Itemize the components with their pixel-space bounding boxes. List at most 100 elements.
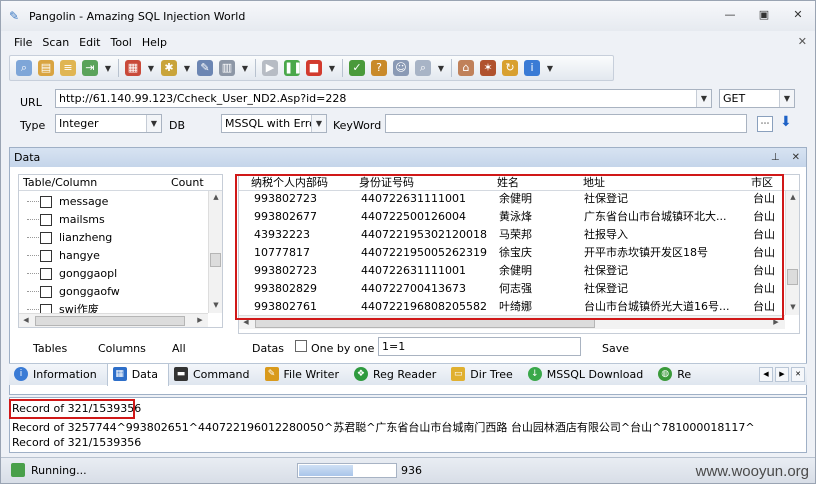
tree-item[interactable]: mailsms [19, 211, 207, 228]
command-icon: ▬ [173, 366, 188, 381]
grid-vscrollbar[interactable]: ▲ ▼ [785, 191, 799, 315]
grid-footer: Datas One by one 1=1 Save [240, 334, 806, 360]
checkbox[interactable] [40, 286, 52, 298]
chevron-down-icon[interactable]: ▼ [437, 64, 445, 73]
tab-dir-tree[interactable]: ▭ Dir Tree [446, 364, 522, 386]
chevron-down-icon[interactable]: ▼ [328, 64, 336, 73]
columns-button[interactable]: Columns [98, 342, 146, 355]
maximize-button[interactable]: ▣ [753, 7, 775, 23]
tree-item[interactable]: lianzheng [19, 229, 207, 246]
checkbox[interactable] [40, 250, 52, 262]
tree-hscrollbar[interactable]: ◀ ▶ [19, 313, 208, 327]
db-select[interactable]: MSSQL with Error ▼ [221, 114, 327, 133]
chevron-down-icon[interactable]: ▼ [311, 115, 326, 132]
menu-help[interactable]: Help [142, 36, 167, 49]
play-icon[interactable]: ▶ [262, 60, 278, 76]
url-panel: URL http://61.140.99.123/Ccheck_User_ND2… [9, 85, 807, 141]
tree-item[interactable]: gonggaopl [19, 265, 207, 282]
update-icon[interactable]: ↻ [502, 60, 518, 76]
chevron-down-icon[interactable]: ▼ [779, 90, 794, 107]
magnifier-icon[interactable]: ⌕ [16, 60, 32, 76]
type-select[interactable]: Integer ▼ [55, 114, 162, 133]
chevron-down-icon[interactable]: ▼ [546, 64, 554, 73]
globe-icon: ◍ [658, 366, 673, 381]
info-icon[interactable]: i [524, 60, 540, 76]
tree-item[interactable]: hangye [19, 247, 207, 264]
scroll-up-icon[interactable]: ▲ [209, 193, 223, 201]
method-select[interactable]: GET ▼ [719, 89, 795, 108]
chevron-down-icon[interactable]: ▼ [104, 64, 112, 73]
data-panel-header: Data ⊥ ✕ [10, 148, 806, 167]
user-icon[interactable]: ☺ [393, 60, 409, 76]
pin-icon[interactable]: ⊥ [771, 148, 780, 167]
scroll-left-icon[interactable]: ◀ [19, 316, 33, 324]
scroll-down-icon[interactable]: ▼ [209, 301, 223, 309]
menu-close-icon[interactable]: ✕ [798, 35, 807, 48]
chevron-down-icon[interactable]: ▼ [183, 64, 191, 73]
close-icon[interactable]: ✕ [792, 148, 800, 167]
settings-icon[interactable]: ✱ [161, 60, 177, 76]
data-panel-title: Data [14, 151, 41, 164]
scroll-up-icon[interactable]: ▲ [786, 193, 799, 201]
scroll-right-icon[interactable]: ▶ [193, 316, 207, 324]
keyword-options-icon[interactable]: ⋯ [757, 116, 773, 132]
menu-file[interactable]: File [14, 36, 32, 49]
all-button[interactable]: All [172, 342, 186, 355]
stop-icon[interactable]: ■ [306, 60, 322, 76]
help-icon[interactable]: ? [371, 60, 387, 76]
home-icon[interactable]: ⌂ [458, 60, 474, 76]
arrow-down-icon[interactable]: ⬇ [780, 114, 792, 130]
checkbox[interactable] [40, 232, 52, 244]
tab-mssql-download[interactable]: ↓ MSSQL Download [523, 364, 653, 386]
tab-data[interactable]: ▦ Data [106, 363, 169, 386]
datas-label: Datas [252, 342, 284, 355]
database-icon[interactable]: ▥ [219, 60, 235, 76]
report-icon[interactable]: ▦ [125, 60, 141, 76]
tree-item[interactable]: message [19, 193, 207, 210]
open-file-icon[interactable]: ▤ [38, 60, 54, 76]
pause-icon[interactable]: ❚❚ [284, 60, 302, 76]
where-input[interactable]: 1=1 [378, 337, 581, 356]
tab-close-icon[interactable]: ✕ [791, 367, 805, 382]
tab-information[interactable]: i Information [9, 364, 107, 386]
tables-button[interactable]: Tables [33, 342, 67, 355]
chevron-down-icon[interactable]: ▼ [146, 115, 161, 132]
window-title: Pangolin - Amazing SQL Injection World [29, 9, 246, 23]
url-input[interactable]: http://61.140.99.123/Ccheck_User_ND2.Asp… [55, 89, 712, 108]
tab-re[interactable]: ◍ Re [653, 364, 701, 386]
tree-header: Table/Column Count [19, 175, 222, 191]
search-icon[interactable]: ⌕ [415, 60, 431, 76]
keyword-label: KeyWord [333, 119, 382, 132]
tab-command[interactable]: ▬ Command [169, 364, 260, 386]
keyword-input[interactable] [385, 114, 747, 133]
checkbox[interactable] [40, 214, 52, 226]
tab-file-writer[interactable]: ✎ File Writer [260, 364, 349, 386]
notes-icon[interactable]: ≡ [60, 60, 76, 76]
highlight-box [235, 174, 784, 320]
menu-tool[interactable]: Tool [110, 36, 131, 49]
bug-icon[interactable]: ✶ [480, 60, 496, 76]
folder-icon: ▭ [451, 366, 466, 381]
export-icon[interactable]: ⇥ [82, 60, 98, 76]
minimize-button[interactable]: — [719, 7, 741, 23]
chevron-down-icon[interactable]: ▼ [147, 64, 155, 73]
checkbox[interactable] [40, 268, 52, 280]
tab-scroll-left-icon[interactable]: ◀ [759, 367, 773, 382]
chevron-down-icon[interactable]: ▼ [241, 64, 249, 73]
menu-scan[interactable]: Scan [42, 36, 69, 49]
checkbox[interactable] [40, 196, 52, 208]
tab-scroll-right-icon[interactable]: ▶ [775, 367, 789, 382]
check-icon[interactable]: ✓ [349, 60, 365, 76]
title-bar: ✎ Pangolin - Amazing SQL Injection World… [1, 1, 815, 31]
tab-reg-reader[interactable]: ❖ Reg Reader [349, 364, 446, 386]
scroll-down-icon[interactable]: ▼ [786, 303, 799, 311]
close-button[interactable]: ✕ [787, 7, 809, 23]
save-button[interactable]: Save [602, 342, 629, 355]
one-by-one-checkbox[interactable] [295, 340, 307, 352]
tree-item[interactable]: gonggaofw [19, 283, 207, 300]
menu-edit[interactable]: Edit [79, 36, 100, 49]
tree-vscrollbar[interactable]: ▲ ▼ [208, 191, 222, 313]
wrench-icon[interactable]: ✎ [197, 60, 213, 76]
db-label: DB [169, 119, 186, 132]
chevron-down-icon[interactable]: ▼ [696, 90, 711, 107]
